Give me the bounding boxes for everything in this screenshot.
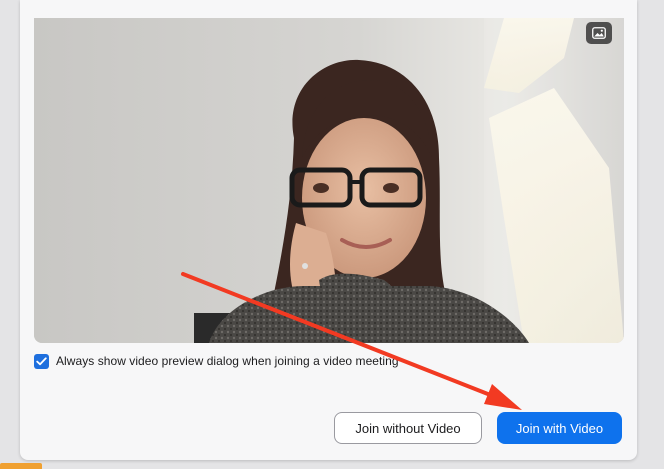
video-preview-dialog: Always show video preview dialog when jo… xyxy=(20,0,637,460)
camera-feed-image xyxy=(34,18,624,343)
virtual-background-button[interactable] xyxy=(586,22,612,44)
always-show-preview-option[interactable]: Always show video preview dialog when jo… xyxy=(34,352,399,370)
always-show-preview-label: Always show video preview dialog when jo… xyxy=(56,354,399,368)
checkmark-icon xyxy=(36,356,47,365)
join-without-video-button[interactable]: Join without Video xyxy=(334,412,482,444)
taskbar-tab xyxy=(0,463,42,469)
join-with-video-button[interactable]: Join with Video xyxy=(497,412,622,444)
always-show-preview-checkbox[interactable] xyxy=(34,353,49,369)
image-icon xyxy=(592,27,606,39)
video-preview xyxy=(34,18,624,343)
